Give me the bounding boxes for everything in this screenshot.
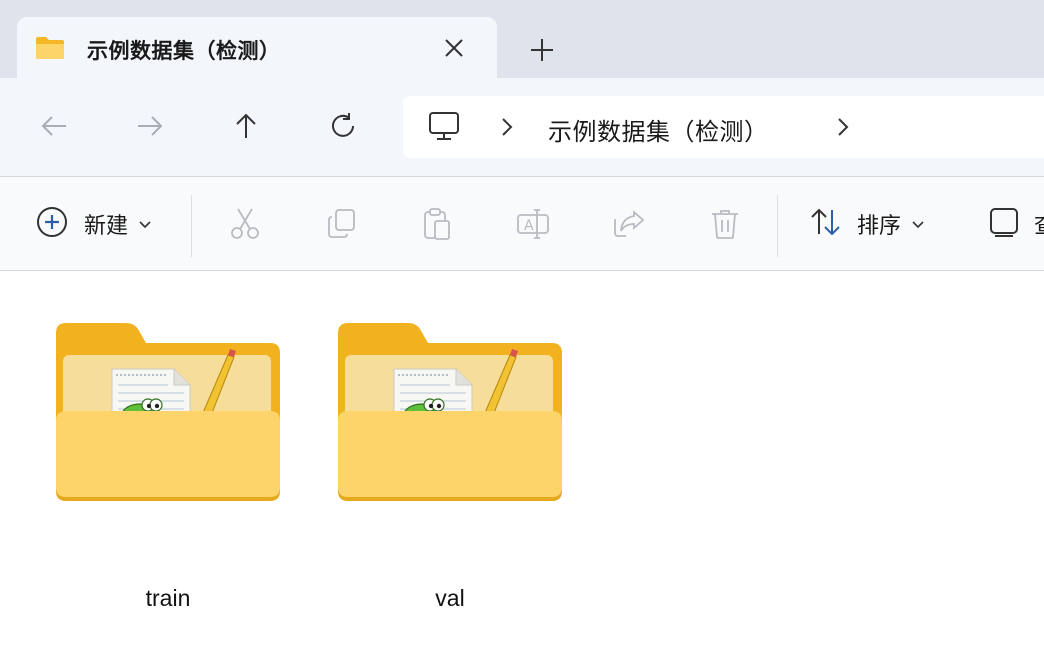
rename-icon[interactable]: A [516,207,550,241]
delete-icon[interactable] [708,207,742,241]
paste-icon[interactable] [420,207,454,241]
arrow-left-icon[interactable] [38,110,70,142]
separator [191,195,192,257]
sort-icon [809,206,843,242]
tab-strip: 示例数据集（检测） [0,0,1044,78]
address-bar[interactable]: 示例数据集（检测） [403,96,1044,158]
new-button[interactable]: 新建 [36,207,152,241]
folder-name: train [145,585,191,611]
separator [777,195,778,257]
sort-button-label: 排序 [857,214,902,239]
refresh-icon[interactable] [327,110,359,142]
tab-title: 示例数据集（检测） [87,39,281,63]
command-bar: 新建 A 排序 [0,177,1044,270]
chevron-down-icon [911,215,925,234]
share-icon[interactable] [612,207,646,241]
folder-icon [35,36,65,64]
plus-icon[interactable] [528,36,556,64]
folder-name: val [435,585,465,611]
chevron-right-icon[interactable] [833,116,853,138]
arrow-up-icon[interactable] [230,110,262,142]
breadcrumb-current[interactable]: 示例数据集（检测） [548,112,769,147]
close-icon[interactable] [441,35,467,61]
navigation-bar: 示例数据集（检测） [0,78,1044,176]
view-button-label: 查 [1034,208,1044,240]
chevron-down-icon [138,215,152,234]
file-list: train val [0,271,1044,660]
arrow-right-icon[interactable] [134,110,166,142]
sort-button[interactable]: 排序 [809,207,925,241]
cut-icon[interactable] [228,207,262,241]
folder-with-document-icon [338,323,562,501]
chevron-right-icon[interactable] [497,116,517,138]
add-circle-icon [36,206,68,242]
view-icon [988,206,1020,242]
tab-active[interactable]: 示例数据集（检测） [17,17,497,78]
view-button[interactable]: 查 [988,207,1044,241]
folder-with-document-icon [56,323,280,501]
folder-item[interactable]: train [48,311,288,611]
folder-item[interactable]: val [330,311,570,611]
copy-icon[interactable] [325,207,359,241]
svg-text:A: A [524,218,534,234]
computer-icon[interactable] [427,111,461,143]
new-button-label: 新建 [84,214,129,239]
